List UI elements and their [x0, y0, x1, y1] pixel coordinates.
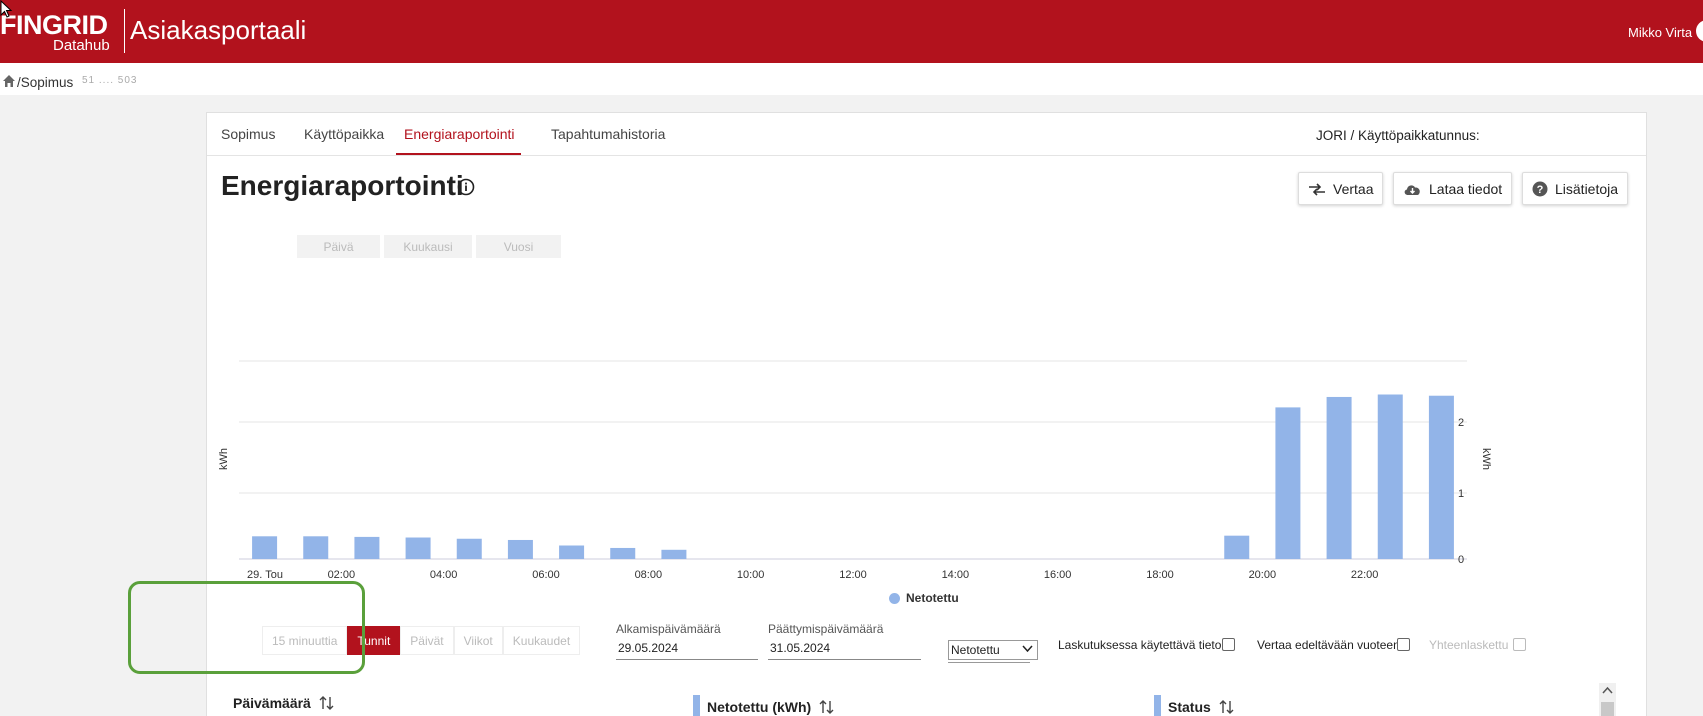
- y-tick-label: 1: [1458, 488, 1464, 500]
- tab-sopimus[interactable]: Sopimus: [221, 126, 275, 142]
- x-tick-label: 18:00: [1146, 569, 1174, 581]
- chart-bar: [1377, 394, 1403, 559]
- compare-button[interactable]: Vertaa: [1298, 172, 1384, 205]
- chart-bar: [456, 538, 482, 559]
- sort-icon[interactable]: [819, 699, 835, 715]
- chart-bar: [507, 539, 533, 559]
- column-header-status[interactable]: Status: [1154, 695, 1235, 716]
- x-tick-label: 14:00: [942, 569, 970, 581]
- highlight-annotation: [128, 581, 365, 674]
- legend-marker: [889, 592, 900, 604]
- x-tick-label: 29. Tou: [247, 569, 283, 581]
- sort-icon[interactable]: [319, 695, 335, 711]
- sum-label: Yhteenlaskettu: [1429, 638, 1509, 652]
- x-tick-label: 16:00: [1044, 569, 1072, 581]
- chart-bar: [1275, 407, 1301, 559]
- column-header-netotettu[interactable]: Netotettu (kWh): [693, 695, 835, 716]
- breadcrumb: /Sopimus 51 .... 503: [0, 63, 1703, 95]
- chart-bar: [1428, 395, 1454, 559]
- x-tick-label: 22:00: [1351, 569, 1379, 581]
- granularity-days-button[interactable]: Päivät: [400, 626, 454, 655]
- energy-chart: 0 1 2 kWh kWh 29. Tou 02:00 04:00 06:00 08:00 10:0…: [218, 360, 1492, 581]
- tab-bar: Sopimus Käyttöpaikka Energiaraportointi …: [207, 113, 1646, 156]
- help-icon: ?: [1532, 181, 1548, 196]
- y-tick-label: 0: [1458, 554, 1464, 566]
- compare-prev-year-label: Vertaa edeltävään vuoteen: [1257, 638, 1400, 652]
- logo-subtext: Datahub: [53, 37, 110, 54]
- chevron-down-icon: [1022, 645, 1033, 653]
- info-icon[interactable]: [457, 178, 475, 196]
- scrollbar-thumb[interactable]: [1601, 702, 1614, 716]
- end-date-field[interactable]: 31.05.2024: [768, 641, 921, 660]
- legend-label: Netotettu: [906, 591, 959, 605]
- column-header-date[interactable]: Päivämäärä: [233, 695, 335, 711]
- series-color-bar: [693, 695, 700, 716]
- tab-tapahtumahistoria[interactable]: Tapahtumahistoria: [551, 126, 665, 142]
- x-tick-label: 08:00: [635, 569, 663, 581]
- chart-legend[interactable]: Netotettu: [889, 591, 959, 605]
- app-title: Asiakasportaali: [130, 15, 307, 45]
- column-header-netotettu-label: Netotettu (kWh): [707, 698, 812, 715]
- download-button-label: Lataa tiedot: [1429, 180, 1503, 197]
- end-date-label: Päättymispäivämäärä: [768, 622, 884, 636]
- billing-info-label: Laskutuksessa käytettävä tieto: [1058, 638, 1222, 652]
- x-tick-label: 06:00: [532, 569, 560, 581]
- active-tab-indicator: [396, 153, 521, 155]
- compare-button-label: Vertaa: [1333, 180, 1374, 197]
- chart-bar: [252, 536, 278, 559]
- series-select-value: Netotettu: [951, 643, 1000, 657]
- main-card: Sopimus Käyttöpaikka Energiaraportointi …: [206, 112, 1647, 716]
- x-tick-label: 20:00: [1249, 569, 1277, 581]
- top-header: FINGRID Datahub Asiakasportaali Mikko Vi…: [0, 0, 1703, 63]
- chart-bar: [610, 547, 636, 559]
- mouse-cursor-icon: [0, 0, 13, 18]
- series-color-bar: [1154, 695, 1161, 716]
- home-icon[interactable]: [2, 74, 16, 88]
- svg-text:?: ?: [1537, 184, 1544, 196]
- tab-energiaraportointi[interactable]: Energiaraportointi: [404, 126, 515, 142]
- compare-arrows-icon: [1309, 182, 1325, 196]
- chart-bar: [354, 536, 380, 559]
- breadcrumb-contract-id: 51 .... 503: [82, 75, 138, 86]
- x-tick-label: 04:00: [430, 569, 458, 581]
- info-button-label: Lisätietoja: [1555, 180, 1619, 197]
- y-axis-label-right: kWh: [1480, 448, 1492, 470]
- chart-bar: [559, 545, 585, 559]
- start-date-field[interactable]: 29.05.2024: [616, 641, 758, 660]
- column-header-status-label: Status: [1168, 698, 1211, 715]
- info-button[interactable]: ? Lisätietoja: [1522, 172, 1629, 205]
- breadcrumb-item-sopimus[interactable]: /Sopimus: [17, 75, 73, 90]
- chart-bar: [661, 549, 687, 559]
- chart-bar: [1224, 535, 1250, 559]
- y-tick-label: 2: [1458, 417, 1464, 429]
- y-axis-label-left: kWh: [218, 448, 230, 470]
- chart-bar: [405, 537, 431, 559]
- scroll-up-icon[interactable]: [1602, 686, 1613, 694]
- avatar[interactable]: [1696, 20, 1703, 42]
- user-name[interactable]: Mikko Virta: [1628, 25, 1692, 40]
- page-title: Energiaraportointi: [221, 170, 464, 201]
- compare-prev-year-checkbox[interactable]: [1397, 638, 1410, 651]
- column-header-date-label: Päivämäärä: [233, 695, 311, 711]
- series-select[interactable]: Netotettu: [948, 640, 1038, 660]
- download-button[interactable]: Lataa tiedot: [1393, 172, 1513, 205]
- granularity-weeks-button[interactable]: Viikot: [453, 626, 503, 655]
- metering-point-label: JORI / Käyttöpaikkatunnus:: [1316, 128, 1480, 143]
- sort-icon[interactable]: [1219, 699, 1235, 715]
- chart-bar: [1326, 396, 1352, 559]
- x-tick-label: 12:00: [839, 569, 867, 581]
- tab-kayttopaikka[interactable]: Käyttöpaikka: [304, 126, 384, 142]
- granularity-months-button[interactable]: Kuukaudet: [502, 626, 581, 655]
- cloud-download-icon: [1404, 184, 1420, 195]
- x-tick-label: 02:00: [328, 569, 356, 581]
- select-underline: [948, 662, 1030, 663]
- chart-bar: [303, 536, 329, 559]
- sum-checkbox[interactable]: [1513, 638, 1526, 651]
- logo-divider: [124, 9, 125, 53]
- start-date-label: Alkamispäivämäärä: [616, 622, 721, 636]
- billing-info-checkbox[interactable]: [1222, 638, 1235, 651]
- x-tick-label: 10:00: [737, 569, 765, 581]
